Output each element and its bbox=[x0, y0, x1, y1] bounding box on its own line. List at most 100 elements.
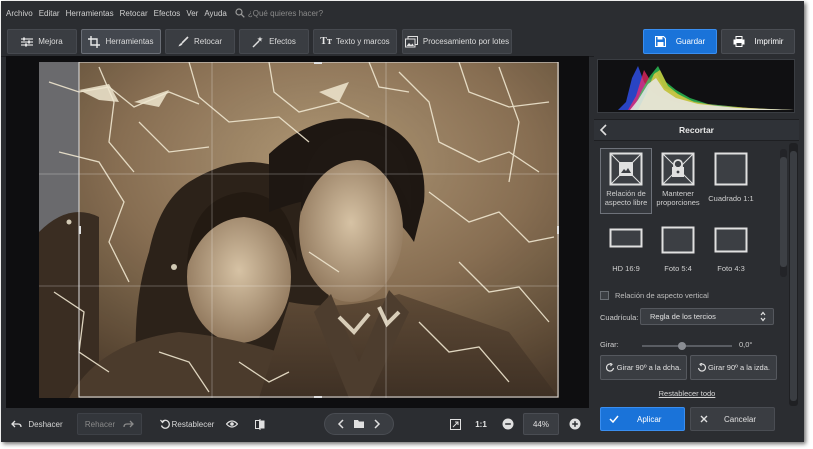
zoom-in-icon bbox=[569, 418, 581, 430]
magic-wand-icon bbox=[252, 36, 263, 48]
scrollbar-thumb[interactable] bbox=[780, 157, 787, 267]
tab-label: Mejora bbox=[38, 37, 63, 46]
search-box[interactable]: ¿Qué quieres hacer? bbox=[235, 8, 323, 18]
tab-label: Herramientas bbox=[105, 37, 154, 46]
menu-bar: Archivo Editar Herramientas Retocar Efec… bbox=[1, 1, 804, 25]
reset-icon bbox=[159, 419, 170, 429]
apply-label: Aplicar bbox=[637, 414, 662, 424]
ratio-photo-5-4[interactable]: Foto 5:4 bbox=[652, 226, 704, 273]
checkbox-box[interactable] bbox=[600, 291, 609, 300]
eye-icon bbox=[226, 420, 238, 428]
menu-archivo[interactable]: Archivo bbox=[6, 9, 33, 18]
undo-button[interactable]: Deshacer bbox=[7, 413, 67, 435]
square-icon bbox=[714, 152, 748, 186]
close-icon bbox=[700, 415, 708, 423]
floppy-icon bbox=[654, 36, 666, 47]
photo-5-4-icon bbox=[661, 226, 695, 254]
crop-icon bbox=[88, 35, 101, 48]
right-panel: Recortar Relación de aspecto libre Mante… bbox=[594, 56, 804, 442]
grid-label: Cuadrícula: bbox=[600, 313, 639, 322]
photo bbox=[39, 62, 559, 398]
text-icon: Tт bbox=[320, 36, 332, 47]
rotate-ccw-icon bbox=[697, 363, 707, 372]
menu-retocar[interactable]: Retocar bbox=[120, 9, 148, 18]
rotate-value: 0,0° bbox=[739, 340, 753, 349]
rotate-cw-icon bbox=[605, 363, 614, 372]
image-canvas[interactable] bbox=[6, 56, 589, 408]
tab-retocar[interactable]: Retocar bbox=[165, 29, 235, 54]
ratio-scrollbar[interactable] bbox=[780, 149, 787, 277]
prev-arrow-icon[interactable] bbox=[335, 419, 349, 429]
undo-label: Deshacer bbox=[28, 419, 63, 429]
updown-arrows-icon bbox=[760, 311, 766, 322]
menu-ayuda[interactable]: Ayuda bbox=[204, 9, 227, 18]
search-icon bbox=[235, 8, 245, 18]
zoom-value-field[interactable]: 44% bbox=[523, 413, 559, 435]
redo-label: Rehacer bbox=[84, 419, 116, 429]
check-icon bbox=[609, 415, 619, 423]
undo-icon bbox=[11, 420, 23, 428]
rotate-left-button[interactable]: Girar 90º a la izda. bbox=[690, 355, 777, 380]
preview-button[interactable] bbox=[221, 413, 243, 435]
reset-label: Restablecer bbox=[171, 419, 215, 429]
reset-all-link[interactable]: Restablecer todo bbox=[594, 389, 780, 398]
checkbox-label: Relación de aspecto vertical bbox=[615, 291, 709, 300]
lock-ratio-icon bbox=[661, 152, 695, 186]
ratio-photo-4-3[interactable]: Foto 4:3 bbox=[705, 226, 757, 273]
ratio-square[interactable]: Cuadrado 1:1 bbox=[705, 152, 757, 203]
menu-ver[interactable]: Ver bbox=[186, 9, 198, 18]
next-arrow-icon[interactable] bbox=[369, 419, 383, 429]
redo-icon bbox=[123, 420, 135, 428]
reset-button[interactable]: Restablecer bbox=[158, 413, 216, 435]
scrollbar-thumb[interactable] bbox=[790, 151, 797, 401]
tab-efectos[interactable]: Efectos bbox=[239, 29, 309, 54]
sliders-icon bbox=[21, 37, 34, 46]
apply-button[interactable]: Aplicar bbox=[600, 407, 685, 431]
zoom-in-button[interactable] bbox=[565, 413, 585, 435]
compare-icon bbox=[255, 418, 265, 430]
navigation-group bbox=[324, 413, 394, 435]
bottom-toolbar: Deshacer Rehacer Restablecer 1:1 44% bbox=[1, 408, 593, 442]
crop-title: Recortar bbox=[679, 125, 714, 135]
histogram bbox=[597, 59, 795, 113]
ratio-label: Relación de aspecto libre bbox=[604, 189, 648, 207]
back-arrow-icon[interactable] bbox=[599, 124, 609, 136]
rotate-right-button[interactable]: Girar 90º a la dcha. bbox=[600, 355, 687, 380]
fit-screen-button[interactable] bbox=[445, 413, 465, 435]
save-button[interactable]: Guardar bbox=[643, 29, 717, 54]
slider-knob[interactable] bbox=[678, 342, 686, 350]
printer-icon bbox=[733, 36, 745, 47]
ratio-free[interactable]: Relación de aspecto libre bbox=[600, 148, 652, 214]
ratio-keep-proportions[interactable]: Mantener proporciones bbox=[652, 152, 704, 207]
vintage-portrait-photo bbox=[39, 62, 559, 398]
panel-scrollbar[interactable] bbox=[789, 143, 798, 406]
ratio-hd-16-9[interactable]: HD 16:9 bbox=[600, 226, 652, 273]
menu-editar[interactable]: Editar bbox=[39, 9, 60, 18]
tab-mejora[interactable]: Mejora bbox=[7, 29, 77, 54]
tab-label: Retocar bbox=[193, 37, 222, 46]
rotate-left-label: Girar 90º a la izda. bbox=[708, 363, 770, 372]
rotate-right-label: Girar 90º a la dcha. bbox=[616, 363, 682, 372]
tab-procesamiento-lotes[interactable]: Procesamiento por lotes bbox=[402, 29, 512, 54]
tab-label: Efectos bbox=[269, 37, 296, 46]
actual-size-button[interactable]: 1:1 bbox=[471, 413, 491, 435]
compare-button[interactable] bbox=[249, 413, 271, 435]
tool-tabs: Mejora Herramientas Retocar Efectos Tт T… bbox=[1, 25, 804, 57]
redo-button[interactable]: Rehacer bbox=[77, 413, 142, 435]
zoom-out-button[interactable] bbox=[498, 413, 518, 435]
ratio-label: Mantener proporciones bbox=[656, 189, 700, 207]
tab-herramientas[interactable]: Herramientas bbox=[81, 29, 161, 54]
print-label: Imprimir bbox=[754, 37, 784, 46]
grid-select[interactable]: Regla de los tercios bbox=[640, 308, 774, 325]
brush-icon bbox=[178, 36, 189, 47]
folder-icon[interactable] bbox=[349, 419, 369, 429]
tab-label: Texto y marcos bbox=[335, 37, 390, 46]
vertical-ratio-checkbox[interactable]: Relación de aspecto vertical bbox=[600, 291, 709, 300]
cancel-button[interactable]: Cancelar bbox=[690, 407, 775, 431]
menu-herramientas[interactable]: Herramientas bbox=[66, 9, 114, 18]
fit-screen-icon bbox=[449, 418, 461, 430]
tab-texto-marcos[interactable]: Tт Texto y marcos bbox=[313, 29, 397, 54]
print-button[interactable]: Imprimir bbox=[721, 29, 795, 54]
rotate-slider[interactable] bbox=[642, 342, 732, 350]
menu-efectos[interactable]: Efectos bbox=[154, 9, 181, 18]
